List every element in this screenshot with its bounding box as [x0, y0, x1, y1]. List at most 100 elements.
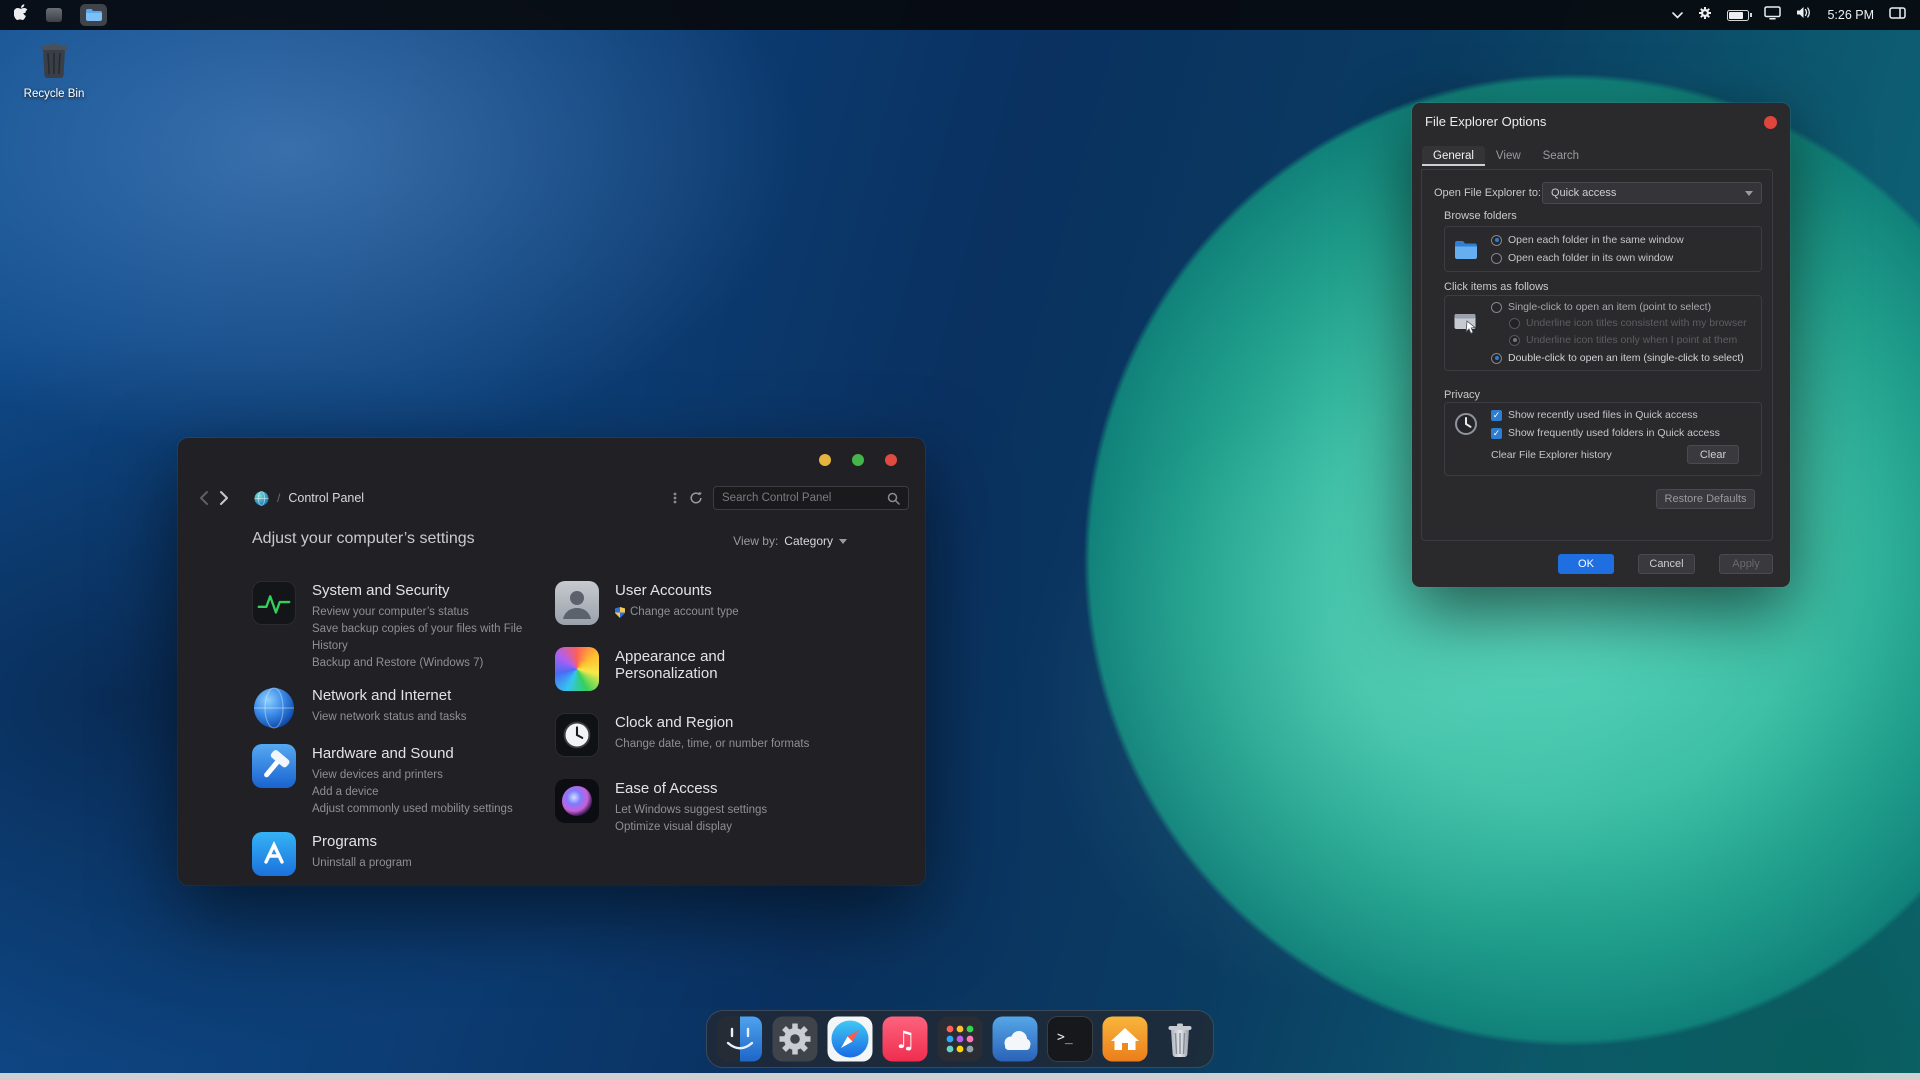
dock-item-terminal[interactable]: >_	[1047, 1016, 1093, 1062]
dialog-close-button[interactable]	[1764, 116, 1777, 129]
radio-label: Single-click to open an item (point to s…	[1508, 301, 1711, 313]
radio-icon	[1509, 335, 1520, 346]
dock-item-settings[interactable]	[772, 1016, 818, 1062]
restore-defaults-button[interactable]: Restore Defaults	[1656, 489, 1755, 509]
category-link-label: Change account type	[630, 604, 739, 621]
breadcrumb-location[interactable]: Control Panel	[288, 491, 364, 505]
search-icon	[887, 492, 900, 505]
category-title[interactable]: Network and Internet	[312, 687, 536, 704]
menubar-clock[interactable]: 5:26 PM	[1827, 8, 1874, 22]
zoom-button[interactable]	[852, 454, 864, 466]
category-title[interactable]: Appearance and Personalization	[615, 648, 815, 682]
cancel-button[interactable]: Cancel	[1638, 554, 1695, 574]
dock-item-trash[interactable]	[1157, 1016, 1203, 1062]
clear-button[interactable]: Clear	[1687, 445, 1739, 464]
category-link[interactable]: Review your computer’s status	[312, 604, 536, 621]
clock-and-region-icon[interactable]	[555, 713, 599, 757]
radio-same-window[interactable]: Open each folder in the same window	[1491, 234, 1684, 246]
category-link[interactable]: Adjust commonly used mobility settings	[312, 801, 536, 818]
search-input[interactable]	[722, 492, 887, 504]
display-icon[interactable]	[1764, 6, 1781, 25]
ok-button[interactable]: OK	[1558, 554, 1614, 574]
category-network-and-internet: Network and Internet View network status…	[252, 686, 552, 730]
category-link[interactable]: View devices and printers	[312, 767, 536, 784]
tab-view[interactable]: View	[1485, 146, 1532, 166]
browse-folders-group: Open each folder in the same window Open…	[1444, 226, 1762, 272]
category-link[interactable]: Let Windows suggest settings	[615, 802, 815, 819]
notification-center-icon[interactable]	[1889, 6, 1906, 24]
trash-icon	[1157, 1016, 1203, 1062]
category-title[interactable]: Clock and Region	[615, 714, 815, 731]
safari-compass-icon	[827, 1016, 873, 1062]
category-link[interactable]: Optimize visual display	[615, 819, 815, 836]
gear-icon[interactable]	[1698, 6, 1712, 25]
close-button[interactable]	[885, 454, 897, 466]
dock-item-safari[interactable]	[827, 1016, 873, 1062]
network-and-internet-icon[interactable]	[252, 686, 296, 730]
finder-icon	[717, 1016, 763, 1062]
checkbox-frequent-folders[interactable]: Show frequently used folders in Quick ac…	[1491, 427, 1720, 439]
category-link[interactable]: Add a device	[312, 784, 536, 801]
ease-of-access-icon[interactable]	[555, 779, 599, 823]
app-icon[interactable]	[46, 8, 62, 22]
category-programs: Programs Uninstall a program	[252, 832, 552, 876]
menubar: 5:26 PM	[0, 0, 1920, 30]
category-title[interactable]: Ease of Access	[615, 780, 815, 797]
appearance-and-personalization-icon[interactable]	[555, 647, 599, 691]
more-options-icon[interactable]	[673, 492, 677, 504]
programs-icon[interactable]	[252, 832, 296, 876]
radio-underline-point[interactable]: Underline icon titles only when I point …	[1509, 334, 1737, 346]
volume-icon[interactable]	[1796, 6, 1812, 24]
hardware-and-sound-icon[interactable]	[252, 744, 296, 788]
dock-item-launchpad[interactable]	[937, 1016, 983, 1062]
checkbox-recent-files[interactable]: Show recently used files in Quick access	[1491, 409, 1698, 421]
checkbox-icon	[1491, 428, 1502, 439]
privacy-heading: Privacy	[1444, 389, 1480, 401]
dock-item-finder[interactable]	[717, 1016, 763, 1062]
back-button[interactable]	[194, 487, 214, 509]
dock-item-home[interactable]	[1102, 1016, 1148, 1062]
radio-single-click[interactable]: Single-click to open an item (point to s…	[1491, 301, 1711, 313]
radio-label: Double-click to open an item (single-cli…	[1508, 352, 1744, 364]
system-and-security-icon[interactable]	[252, 581, 296, 625]
folder-icon	[85, 8, 103, 22]
radio-own-window[interactable]: Open each folder in its own window	[1491, 252, 1673, 264]
browse-folders-icon	[1453, 237, 1479, 263]
battery-icon[interactable]	[1727, 10, 1749, 21]
apply-button[interactable]: Apply	[1719, 554, 1773, 574]
recycle-bin-desktop-icon[interactable]: Recycle Bin	[16, 40, 92, 100]
category-link[interactable]: View network status and tasks	[312, 709, 536, 726]
svg-text:♫: ♫	[894, 1026, 916, 1054]
dock-item-music[interactable]: ♫	[882, 1016, 928, 1062]
view-by-dropdown[interactable]: View by: Category	[733, 534, 847, 548]
active-app-folder-tile[interactable]	[80, 4, 107, 26]
tab-general[interactable]: General	[1422, 146, 1485, 166]
settings-gear-icon	[772, 1016, 818, 1062]
tab-search[interactable]: Search	[1532, 146, 1590, 166]
radio-icon	[1491, 353, 1502, 364]
radio-underline-browser[interactable]: Underline icon titles consistent with my…	[1509, 317, 1747, 329]
user-accounts-icon[interactable]	[555, 581, 599, 625]
radio-double-click[interactable]: Double-click to open an item (single-cli…	[1491, 352, 1744, 364]
category-link[interactable]: Save backup copies of your files with Fi…	[312, 621, 536, 655]
category-link[interactable]: Change date, time, or number formats	[615, 736, 815, 753]
category-column-left: System and Security Review your computer…	[252, 581, 552, 890]
category-appearance-and-personalization: Appearance and Personalization	[555, 647, 815, 691]
dock-item-weather[interactable]	[992, 1016, 1038, 1062]
category-link[interactable]: Change account type	[615, 604, 815, 621]
category-title[interactable]: System and Security	[312, 582, 536, 599]
chevron-down-icon	[1745, 191, 1753, 196]
category-title[interactable]: Hardware and Sound	[312, 745, 536, 762]
chevron-down-icon[interactable]	[1672, 6, 1683, 24]
category-title[interactable]: Programs	[312, 833, 536, 850]
apple-menu-icon[interactable]	[14, 4, 28, 26]
category-title[interactable]: User Accounts	[615, 582, 815, 599]
open-explorer-to-dropdown[interactable]: Quick access	[1542, 182, 1762, 204]
category-link[interactable]: Uninstall a program	[312, 855, 536, 872]
category-link[interactable]: Backup and Restore (Windows 7)	[312, 655, 536, 672]
view-by-value: Category	[784, 534, 833, 548]
forward-button[interactable]	[214, 487, 234, 509]
refresh-icon[interactable]	[689, 491, 703, 505]
taskbar-strip[interactable]	[0, 1073, 1920, 1080]
minimize-button[interactable]	[819, 454, 831, 466]
